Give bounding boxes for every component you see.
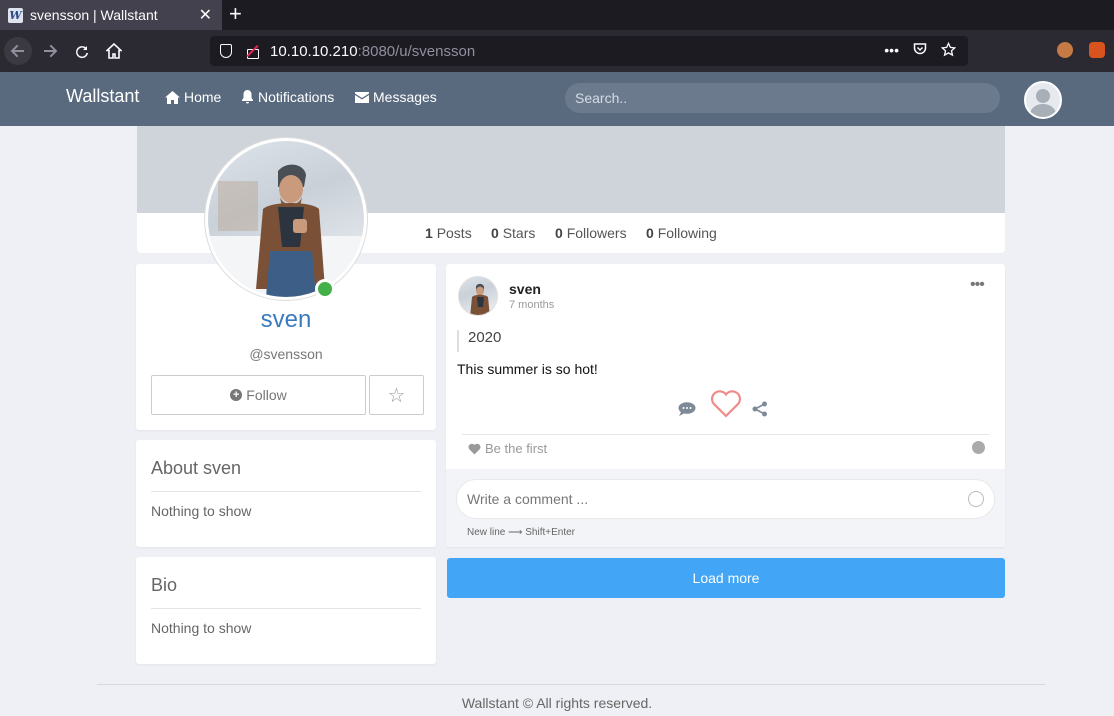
nav-messages-label: Messages xyxy=(373,89,437,105)
likes-summary[interactable]: Be the first xyxy=(468,441,547,456)
profile-handle: @svensson xyxy=(249,346,323,362)
post-author-avatar[interactable] xyxy=(458,276,498,316)
insecure-lock-icon[interactable] xyxy=(246,44,259,59)
follow-label: Follow xyxy=(246,387,287,403)
profile-avatar xyxy=(205,138,367,300)
post-text: This summer is so hot! xyxy=(457,361,598,377)
post-tag: 2020 xyxy=(457,330,501,352)
about-card: About sven Nothing to show xyxy=(136,440,436,547)
footer-text: Wallstant © All rights reserved. xyxy=(461,695,653,711)
about-title: About sven xyxy=(151,458,242,478)
load-more-button[interactable]: Load more xyxy=(447,558,1005,598)
home-icon[interactable] xyxy=(102,39,126,63)
browser-tab-bar: W svensson | Wallstant ✕ + xyxy=(0,0,1114,30)
online-status-indicator xyxy=(315,279,335,299)
wallstant-favicon-icon: W xyxy=(8,7,23,23)
search-input[interactable] xyxy=(565,83,1000,113)
post-card: sven 7 months ••• 2020 This summer is so… xyxy=(446,264,1005,547)
envelope-icon xyxy=(355,91,369,103)
comment-icon[interactable] xyxy=(678,402,696,416)
divider xyxy=(462,434,989,435)
extension-icon[interactable] xyxy=(1089,42,1105,58)
divider xyxy=(151,491,421,492)
post-options-icon[interactable]: ••• xyxy=(970,276,985,294)
small-heart-icon xyxy=(468,443,481,454)
tab-title: svensson | Wallstant xyxy=(30,7,158,23)
emoji-smile-icon[interactable] xyxy=(968,491,984,507)
follow-button[interactable]: + Follow xyxy=(151,375,366,415)
globe-icon xyxy=(972,441,985,454)
browser-tab[interactable]: W svensson | Wallstant ✕ xyxy=(0,0,222,30)
share-icon[interactable] xyxy=(752,401,768,417)
browser-toolbar: 10.10.10.210:8080/u/svensson ••• xyxy=(0,30,1114,72)
cookie-extension-icon[interactable] xyxy=(1057,42,1073,58)
back-arrow-icon[interactable] xyxy=(4,37,32,65)
close-tab-icon[interactable]: ✕ xyxy=(199,5,212,25)
stat-followers[interactable]: 0 Followers xyxy=(555,225,627,241)
url-text: 10.10.10.210:8080/u/svensson xyxy=(270,42,476,60)
url-bar[interactable]: 10.10.10.210:8080/u/svensson ••• xyxy=(210,36,968,66)
footer-divider xyxy=(97,684,1045,685)
stat-stars[interactable]: 0 Stars xyxy=(491,225,535,241)
nav-home[interactable]: Home xyxy=(165,89,221,105)
post-author-name[interactable]: sven xyxy=(509,281,541,297)
site-header: Wallstant Home Notifications Messages xyxy=(0,72,1114,126)
home-icon xyxy=(165,90,180,104)
plus-circle-icon: + xyxy=(230,389,243,401)
tracking-shield-icon[interactable] xyxy=(220,44,232,58)
page-actions-icon[interactable]: ••• xyxy=(884,42,899,60)
post-timestamp[interactable]: 7 months xyxy=(509,299,554,311)
comment-input[interactable] xyxy=(456,479,995,519)
user-avatar[interactable] xyxy=(1024,81,1062,119)
nav-notifications-label: Notifications xyxy=(258,89,335,105)
comment-section: New line ⟶ Shift+Enter xyxy=(446,469,1005,547)
brand-logo[interactable]: Wallstant xyxy=(66,86,139,107)
stat-following[interactable]: 0 Following xyxy=(646,225,717,241)
about-body: Nothing to show xyxy=(151,503,252,519)
new-tab-icon[interactable]: + xyxy=(229,2,242,26)
bookmark-star-icon[interactable] xyxy=(940,41,957,60)
like-heart-icon[interactable] xyxy=(710,390,742,418)
bio-card: Bio Nothing to show xyxy=(136,557,436,664)
likes-text: Be the first xyxy=(485,441,548,456)
forward-arrow-icon[interactable] xyxy=(38,39,62,63)
nav-notifications[interactable]: Notifications xyxy=(241,89,334,105)
star-button[interactable]: ☆ xyxy=(369,375,424,415)
bio-title: Bio xyxy=(151,575,178,595)
profile-photo xyxy=(208,141,364,297)
nav-messages[interactable]: Messages xyxy=(355,89,437,105)
stat-posts[interactable]: 1 Posts xyxy=(425,225,472,241)
reload-icon[interactable] xyxy=(70,39,94,63)
pocket-icon[interactable] xyxy=(913,42,927,60)
newline-hint: New line ⟶ Shift+Enter xyxy=(467,527,575,538)
profile-name: sven xyxy=(260,306,312,333)
nav-home-label: Home xyxy=(184,89,222,105)
divider xyxy=(151,608,421,609)
bell-icon xyxy=(242,90,253,104)
post-actions xyxy=(678,390,768,418)
bio-body: Nothing to show xyxy=(151,620,252,636)
